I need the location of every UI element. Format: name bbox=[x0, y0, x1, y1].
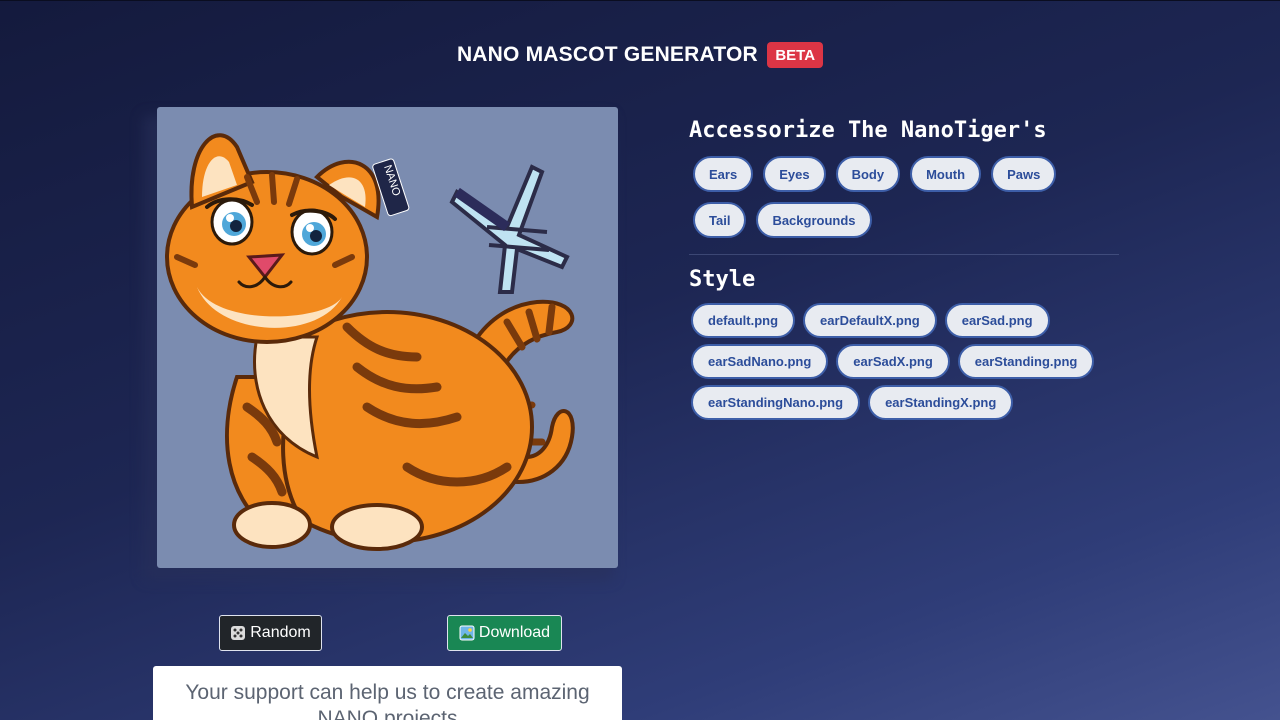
style-option[interactable]: earSadNano.png bbox=[691, 344, 829, 379]
page-header: NANO MASCOT GENERATOR BETA bbox=[0, 42, 1280, 68]
style-option[interactable]: earDefaultX.png bbox=[803, 303, 937, 338]
tab-backgrounds[interactable]: Backgrounds bbox=[756, 202, 872, 238]
style-option[interactable]: earStandingNano.png bbox=[691, 385, 861, 420]
page-title: NANO MASCOT GENERATOR bbox=[456, 43, 758, 66]
style-option[interactable]: earSad.png bbox=[944, 303, 1050, 338]
accessorize-title: Accessorize The NanoTiger's bbox=[689, 118, 1047, 143]
support-text: Your support can help us to create amazi… bbox=[185, 681, 590, 720]
picture-icon bbox=[459, 625, 475, 641]
tab-eyes[interactable]: Eyes bbox=[763, 156, 826, 192]
tiger-mascot-image: NANO bbox=[165, 133, 575, 551]
style-option[interactable]: default.png bbox=[691, 303, 796, 338]
style-option[interactable]: earStandingX.png bbox=[868, 385, 1014, 420]
download-button-label: Download bbox=[478, 624, 551, 641]
random-button-label: Random bbox=[250, 624, 311, 641]
support-card: Your support can help us to create amazi… bbox=[153, 666, 622, 720]
style-title: Style bbox=[689, 267, 756, 292]
style-options-row-2: earSadNano.png earSadX.png earStanding.p… bbox=[691, 344, 1095, 379]
mascot-preview: NANO bbox=[157, 107, 618, 568]
style-options-row-1: default.png earDefaultX.png earSad.png bbox=[691, 303, 1050, 338]
tab-body[interactable]: Body bbox=[835, 156, 901, 192]
random-button[interactable]: Random bbox=[219, 615, 322, 651]
section-divider bbox=[689, 254, 1119, 255]
tab-tail[interactable]: Tail bbox=[693, 202, 747, 238]
style-option[interactable]: earStanding.png bbox=[957, 344, 1095, 379]
tab-paws[interactable]: Paws bbox=[991, 156, 1057, 192]
accessorize-tabs-row-2: Tail Backgrounds bbox=[693, 202, 872, 238]
x-symbol-icon bbox=[449, 164, 570, 294]
top-border bbox=[0, 0, 1280, 1]
download-button[interactable]: Download bbox=[447, 615, 562, 651]
style-option[interactable]: earSadX.png bbox=[836, 344, 950, 379]
dice-icon bbox=[230, 625, 246, 641]
style-options-row-3: earStandingNano.png earStandingX.png bbox=[691, 385, 1014, 420]
tab-mouth[interactable]: Mouth bbox=[910, 156, 982, 192]
accessorize-tabs-row-1: Ears Eyes Body Mouth Paws bbox=[693, 156, 1057, 192]
beta-badge: BETA bbox=[767, 42, 824, 68]
tab-ears[interactable]: Ears bbox=[693, 156, 754, 192]
